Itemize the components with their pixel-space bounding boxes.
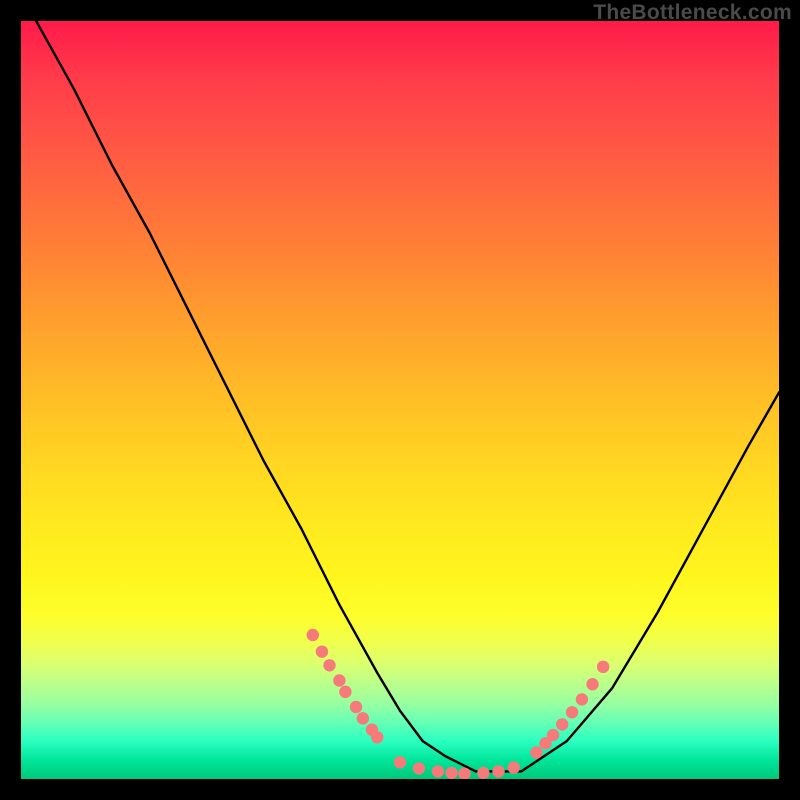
data-point	[492, 765, 504, 777]
curve-layer	[21, 21, 779, 779]
data-point	[530, 746, 542, 758]
data-point	[597, 661, 609, 673]
data-point	[394, 756, 406, 768]
watermark-text: TheBottleneck.com	[593, 1, 792, 25]
data-point	[307, 629, 319, 641]
bottleneck-curve	[36, 21, 779, 771]
data-point	[566, 706, 578, 718]
data-point	[556, 718, 568, 730]
data-point	[477, 767, 489, 779]
data-point	[432, 765, 444, 777]
data-point	[413, 762, 425, 774]
data-point	[508, 761, 520, 773]
data-point	[333, 674, 345, 686]
plot-area	[21, 21, 779, 779]
data-point	[576, 693, 588, 705]
data-point	[371, 731, 383, 743]
chart-stage: TheBottleneck.com	[0, 0, 800, 800]
data-point	[357, 712, 369, 724]
data-point	[316, 645, 328, 657]
data-point	[323, 659, 335, 671]
data-point	[586, 678, 598, 690]
data-point	[350, 701, 362, 713]
data-point	[445, 767, 457, 779]
data-point	[547, 729, 559, 741]
data-point	[339, 686, 351, 698]
